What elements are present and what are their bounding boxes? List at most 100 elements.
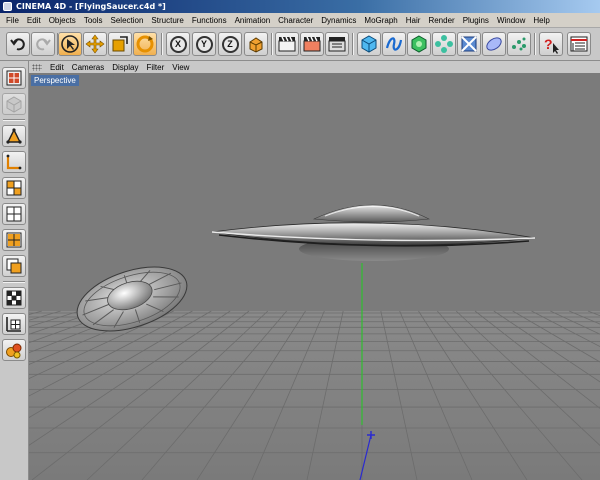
- use-points-tool-button[interactable]: [2, 125, 26, 147]
- left-palette: [0, 61, 29, 480]
- menu-bar: File Edit Objects Tools Selection Struct…: [0, 13, 600, 28]
- viewport-menu-view[interactable]: View: [168, 63, 193, 72]
- use-model-tool-button[interactable]: [2, 67, 26, 89]
- scene-button[interactable]: [507, 32, 531, 56]
- workplane-icon: [6, 317, 21, 332]
- workplane-button[interactable]: [2, 313, 26, 335]
- viewport-menu-edit[interactable]: Edit: [46, 63, 68, 72]
- x-axis-icon: X: [169, 35, 187, 53]
- render-picture-viewer-button[interactable]: [300, 32, 324, 56]
- svg-text:?: ?: [544, 36, 553, 52]
- use-polygons-tool-button[interactable]: [2, 177, 26, 199]
- help-icon: ?: [544, 36, 559, 54]
- menu-edit[interactable]: Edit: [23, 16, 45, 25]
- undo-icon: [10, 38, 25, 51]
- enable-snapping-button[interactable]: [2, 287, 26, 309]
- perspective-viewport[interactable]: Perspective: [29, 73, 600, 480]
- redo-icon: [36, 38, 51, 51]
- render-view-button[interactable]: [275, 32, 299, 56]
- menu-hair[interactable]: Hair: [402, 16, 425, 25]
- menu-help[interactable]: Help: [529, 16, 553, 25]
- viewport-menu-bar: Edit Cameras Display Filter View: [29, 61, 600, 73]
- scale-icon: [112, 36, 128, 52]
- saucer-disc: [211, 222, 536, 246]
- scale-tool-button[interactable]: [108, 32, 132, 56]
- move-icon: [85, 34, 105, 54]
- rotate-icon: [136, 35, 154, 53]
- live-selection-icon: [61, 35, 79, 53]
- menu-tools[interactable]: Tools: [80, 16, 107, 25]
- undo-button[interactable]: [6, 32, 30, 56]
- viewport-menu-cameras[interactable]: Cameras: [68, 63, 108, 72]
- viewport-menu-display[interactable]: Display: [108, 63, 142, 72]
- live-selection-button[interactable]: [58, 32, 82, 56]
- polygons-icon: [6, 180, 22, 196]
- deformer-icon: [461, 36, 477, 52]
- snapping-icon: [6, 290, 22, 306]
- x-axis-button[interactable]: X: [166, 32, 190, 56]
- checkerboard-icon: [6, 96, 22, 113]
- window-title: CINEMA 4D - [FlyingSaucer.c4d *]: [16, 2, 166, 11]
- texture-icon: [6, 206, 22, 222]
- viewport-scene[interactable]: [29, 73, 600, 480]
- viewport-view-name[interactable]: Perspective: [31, 75, 79, 86]
- use-edges-tool-button[interactable]: [2, 151, 26, 173]
- menu-window[interactable]: Window: [493, 16, 529, 25]
- menu-animation[interactable]: Animation: [231, 16, 275, 25]
- render-active-view-button[interactable]: [2, 339, 26, 361]
- menu-mograph[interactable]: MoGraph: [360, 16, 401, 25]
- use-object-tool-button[interactable]: [2, 93, 26, 115]
- redo-button[interactable]: [31, 32, 55, 56]
- render-settings-button[interactable]: [325, 32, 349, 56]
- app-icon: [3, 2, 12, 11]
- array-icon: [435, 35, 453, 53]
- environment-icon: [486, 37, 502, 51]
- coordinate-system-icon: [249, 37, 263, 53]
- coordinate-system-button[interactable]: [244, 32, 268, 56]
- menu-selection[interactable]: Selection: [107, 16, 148, 25]
- menu-structure[interactable]: Structure: [147, 16, 187, 25]
- environment-button[interactable]: [482, 32, 506, 56]
- clapboard-icon: [278, 36, 296, 52]
- viewport-menu-filter[interactable]: Filter: [142, 63, 168, 72]
- grip-handle-icon[interactable]: [32, 63, 42, 71]
- nurbs-button[interactable]: [407, 32, 431, 56]
- y-axis-button[interactable]: Y: [192, 32, 216, 56]
- layout-button[interactable]: [567, 32, 591, 56]
- nurbs-icon: [411, 35, 427, 53]
- help-button[interactable]: ?: [539, 32, 563, 56]
- menu-file[interactable]: File: [2, 16, 23, 25]
- cube-primitive-button[interactable]: [357, 32, 381, 56]
- deformer-button[interactable]: [457, 32, 481, 56]
- points-icon: [6, 128, 22, 144]
- menu-plugins[interactable]: Plugins: [459, 16, 493, 25]
- layout-icon: [570, 36, 588, 52]
- menu-render[interactable]: Render: [424, 16, 458, 25]
- spline-icon: [385, 37, 403, 51]
- spline-button[interactable]: [382, 32, 406, 56]
- menu-character[interactable]: Character: [274, 16, 317, 25]
- z-axis-icon: Z: [221, 35, 239, 53]
- cube-icon: [361, 35, 377, 53]
- menu-functions[interactable]: Functions: [188, 16, 231, 25]
- animation-icon: [6, 258, 22, 274]
- menu-dynamics[interactable]: Dynamics: [317, 16, 360, 25]
- render-settings-icon: [328, 37, 346, 52]
- use-animation-tool-button[interactable]: [2, 255, 26, 277]
- y-axis-icon: Y: [195, 35, 213, 53]
- rotate-tool-button[interactable]: [133, 32, 157, 56]
- z-axis-button[interactable]: Z: [218, 32, 242, 56]
- flying-saucer-large: [211, 204, 536, 261]
- title-bar: CINEMA 4D - [FlyingSaucer.c4d *]: [0, 0, 600, 13]
- menu-objects[interactable]: Objects: [45, 16, 80, 25]
- use-texture-axis-button[interactable]: [2, 229, 26, 251]
- move-tool-button[interactable]: [83, 32, 107, 56]
- spheres-icon: [6, 343, 22, 359]
- particles-icon: [512, 37, 526, 51]
- use-texture-tool-button[interactable]: [2, 203, 26, 225]
- array-button[interactable]: [432, 32, 456, 56]
- main-toolbar: X Y Z ?: [0, 28, 600, 61]
- edges-icon: [6, 154, 22, 170]
- render-picture-icon: [303, 36, 321, 52]
- texture-axis-icon: [6, 232, 22, 248]
